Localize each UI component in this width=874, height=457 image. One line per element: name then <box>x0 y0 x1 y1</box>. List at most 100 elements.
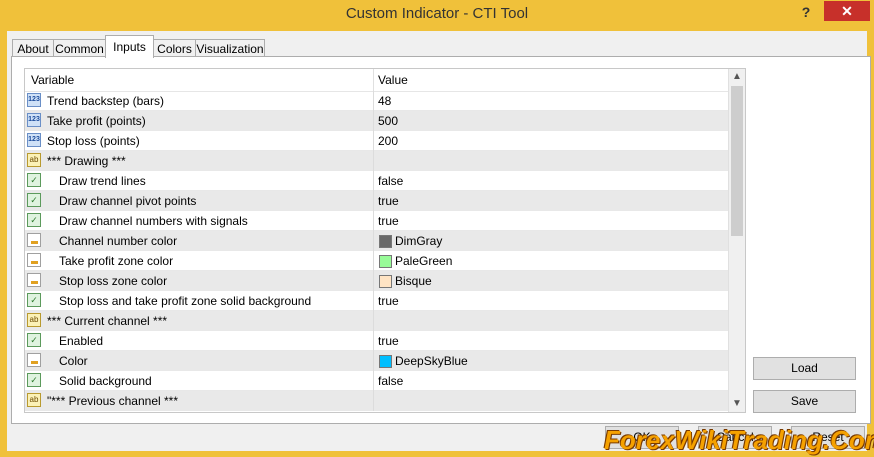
row-variable-name: Take profit zone color <box>59 254 174 268</box>
row-variable-name: Draw trend lines <box>59 174 146 188</box>
table-row[interactable]: Take profit zone color PaleGreen <box>25 251 729 271</box>
row-value[interactable]: 200 <box>378 134 398 148</box>
watermark-logo: ForexWikiTrading.Com <box>604 425 874 455</box>
column-header-value[interactable]: Value <box>378 73 408 87</box>
scroll-up-icon[interactable]: ▲ <box>729 69 745 85</box>
table-row[interactable]: ✓ Draw channel numbers with signals true <box>25 211 729 231</box>
string-type-icon: ab <box>27 393 41 407</box>
string-type-icon: ab <box>27 153 41 167</box>
table-row[interactable]: ✓ Solid background false <box>25 371 729 391</box>
table-row[interactable]: Color DeepSkyBlue <box>25 351 729 371</box>
color-swatch[interactable] <box>379 255 392 268</box>
table-row[interactable]: ab "*** Previous channel *** <box>25 391 729 411</box>
row-variable-name: Take profit (points) <box>47 114 146 128</box>
cell-divider <box>373 331 374 351</box>
table-row[interactable]: ab *** Current channel *** <box>25 311 729 331</box>
color-type-icon <box>27 273 41 287</box>
save-button[interactable]: Save <box>753 390 856 413</box>
row-variable-name: Channel number color <box>59 234 178 248</box>
table-row[interactable]: ab *** Drawing *** <box>25 151 729 171</box>
close-button[interactable]: ✕ <box>824 1 870 21</box>
row-variable-name: Color <box>59 354 88 368</box>
color-swatch[interactable] <box>379 355 392 368</box>
table-body: 123 Trend backstep (bars) 48 123 Take profit… <box>25 91 729 411</box>
cell-divider <box>373 311 374 331</box>
number-type-icon: 123 <box>27 133 41 147</box>
table-row[interactable]: ✓ Draw trend lines false <box>25 171 729 191</box>
load-button[interactable]: Load <box>753 357 856 380</box>
row-value[interactable]: true <box>378 214 399 228</box>
column-divider[interactable] <box>373 69 374 91</box>
color-swatch[interactable] <box>379 275 392 288</box>
table-row[interactable]: Channel number color DimGray <box>25 231 729 251</box>
row-variable-name: "*** Previous channel *** <box>47 394 179 408</box>
table-row[interactable]: 123 Stop loss (points) 200 <box>25 131 729 151</box>
row-value[interactable]: true <box>378 194 399 208</box>
cell-divider <box>373 351 374 371</box>
row-variable-name: Enabled <box>59 334 104 348</box>
table-row[interactable]: 123 Trend backstep (bars) 48 <box>25 91 729 111</box>
scroll-thumb[interactable] <box>731 86 743 236</box>
row-value[interactable]: true <box>378 294 399 308</box>
boolean-type-icon: ✓ <box>27 213 41 227</box>
title-bar[interactable]: Custom Indicator - CTI Tool ? ✕ <box>0 0 874 30</box>
color-type-icon <box>27 253 41 267</box>
row-variable-name: *** Current channel *** <box>47 314 168 328</box>
vertical-scrollbar[interactable]: ▲ ▼ <box>728 69 745 412</box>
table-row[interactable]: Stop loss zone color Bisque <box>25 271 729 291</box>
row-variable-name: *** Drawing *** <box>47 154 126 168</box>
inputs-panel: Variable Value 123 Trend backstep (bars) 4… <box>11 56 871 424</box>
row-value[interactable]: true <box>378 334 399 348</box>
column-header-variable[interactable]: Variable <box>31 73 74 87</box>
color-type-icon <box>27 353 41 367</box>
cell-divider <box>373 131 374 151</box>
row-value[interactable]: 48 <box>378 94 391 108</box>
number-type-icon: 123 <box>27 93 41 107</box>
cell-divider <box>373 211 374 231</box>
cell-divider <box>373 151 374 171</box>
cell-divider <box>373 171 374 191</box>
row-value[interactable]: false <box>378 174 403 188</box>
cell-divider <box>373 191 374 211</box>
scroll-down-icon[interactable]: ▼ <box>729 396 745 412</box>
boolean-type-icon: ✓ <box>27 373 41 387</box>
cell-divider <box>373 291 374 311</box>
inputs-table: Variable Value 123 Trend backstep (bars) 4… <box>24 68 746 413</box>
string-type-icon: ab <box>27 313 41 327</box>
boolean-type-icon: ✓ <box>27 333 41 347</box>
cell-divider <box>373 271 374 291</box>
row-value[interactable]: Bisque <box>395 274 432 288</box>
color-swatch[interactable] <box>379 235 392 248</box>
cell-divider <box>373 391 374 411</box>
row-variable-name: Draw channel pivot points <box>59 194 197 208</box>
table-row[interactable]: 123 Take profit (points) 500 <box>25 111 729 131</box>
window-title: Custom Indicator - CTI Tool <box>345 5 529 22</box>
row-value[interactable]: PaleGreen <box>395 254 452 268</box>
help-button[interactable]: ? <box>796 4 816 24</box>
dialog-client-area: About Common Inputs Colors Visualization… <box>7 31 871 451</box>
row-variable-name: Draw channel numbers with signals <box>59 214 248 228</box>
table-row[interactable]: ✓ Draw channel pivot points true <box>25 191 729 211</box>
table-row[interactable]: ✓ Enabled true <box>25 331 729 351</box>
boolean-type-icon: ✓ <box>27 293 41 307</box>
boolean-type-icon: ✓ <box>27 193 41 207</box>
cell-divider <box>373 91 374 111</box>
row-value[interactable]: 500 <box>378 114 398 128</box>
row-value[interactable]: DeepSkyBlue <box>395 354 468 368</box>
cell-divider <box>373 231 374 251</box>
cell-divider <box>373 111 374 131</box>
row-variable-name: Stop loss and take profit zone solid bac… <box>59 294 312 308</box>
boolean-type-icon: ✓ <box>27 173 41 187</box>
table-row[interactable]: ✓ Stop loss and take profit zone solid ba… <box>25 291 729 311</box>
row-variable-name: Stop loss zone color <box>59 274 168 288</box>
row-value[interactable]: DimGray <box>395 234 442 248</box>
cell-divider <box>373 251 374 271</box>
row-variable-name: Stop loss (points) <box>47 134 140 148</box>
row-variable-name: Trend backstep (bars) <box>47 94 164 108</box>
color-type-icon <box>27 233 41 247</box>
tab-inputs[interactable]: Inputs <box>105 35 154 58</box>
dialog-window: Custom Indicator - CTI Tool ? ✕ About Co… <box>0 0 874 457</box>
row-variable-name: Solid background <box>59 374 152 388</box>
row-value[interactable]: false <box>378 374 403 388</box>
table-header: Variable Value <box>25 69 729 92</box>
